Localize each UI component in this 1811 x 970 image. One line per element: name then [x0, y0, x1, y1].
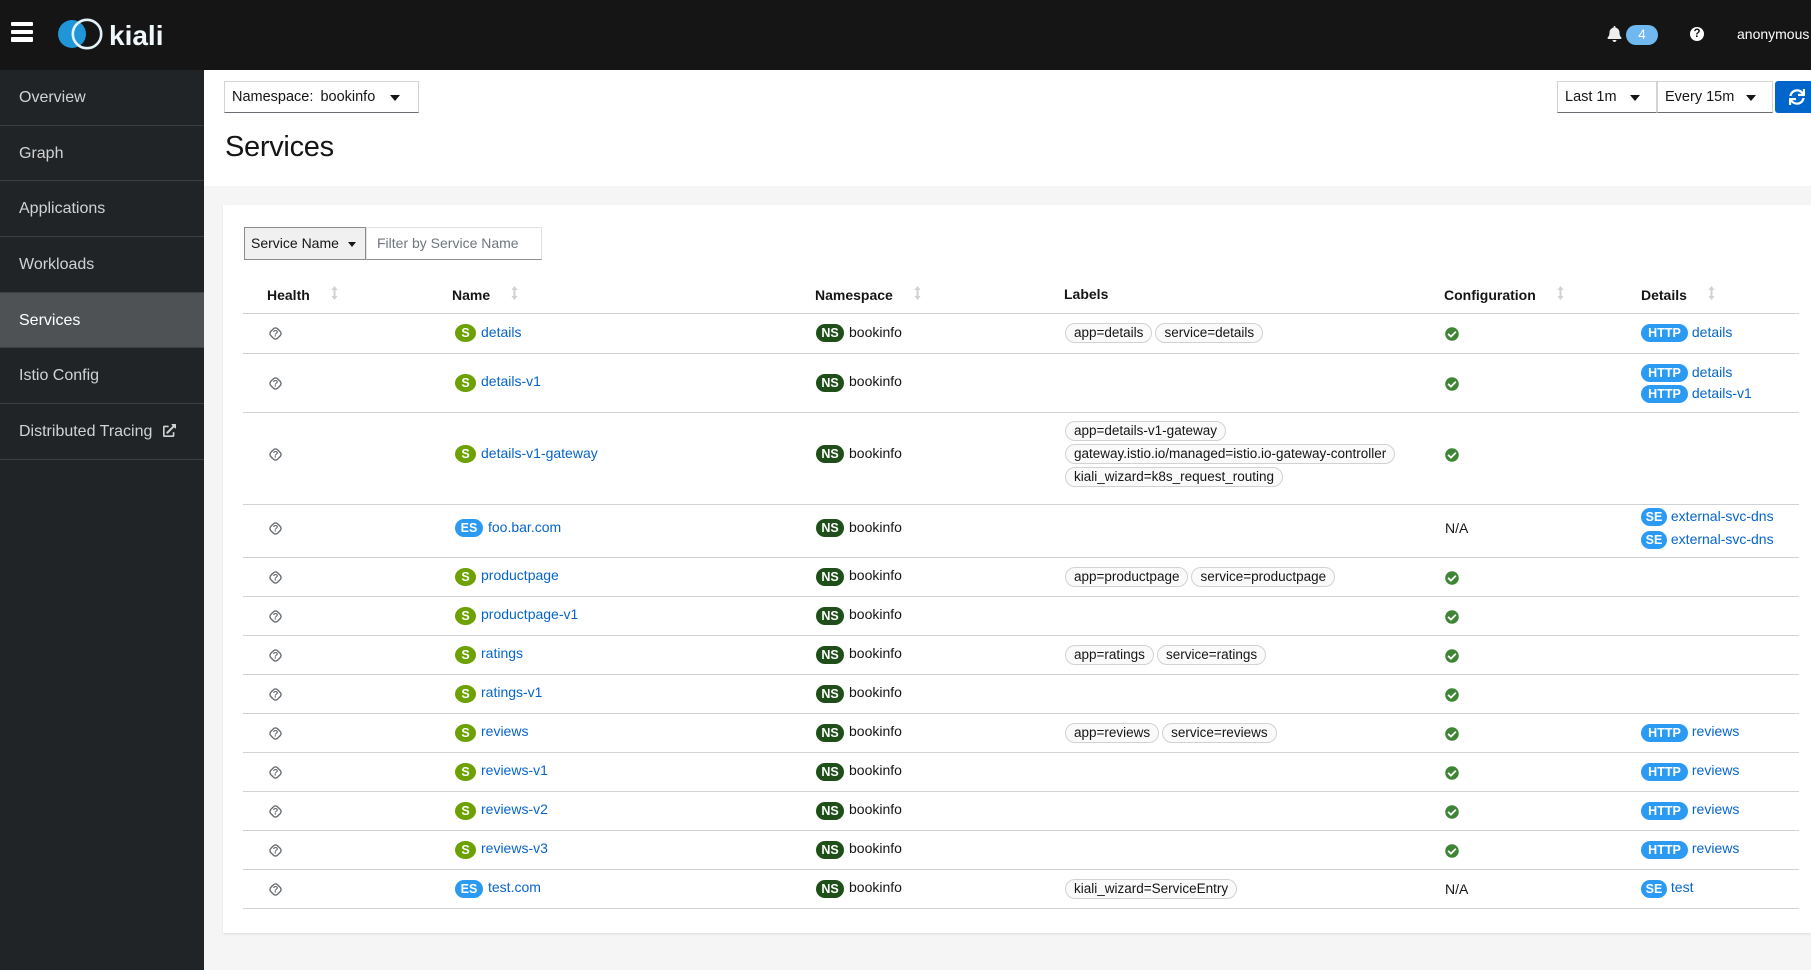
svg-text:?: ? — [273, 767, 279, 778]
svg-text:?: ? — [273, 845, 279, 856]
svg-text:?: ? — [273, 611, 279, 622]
svg-text:?: ? — [273, 378, 279, 389]
svg-text:?: ? — [273, 572, 279, 583]
svg-text:?: ? — [273, 650, 279, 661]
svg-text:?: ? — [273, 524, 279, 535]
svg-text:?: ? — [273, 450, 279, 461]
svg-text:?: ? — [273, 689, 279, 700]
svg-text:?: ? — [273, 329, 279, 340]
svg-text:?: ? — [273, 884, 279, 895]
svg-text:?: ? — [273, 806, 279, 817]
svg-text:?: ? — [273, 728, 279, 739]
